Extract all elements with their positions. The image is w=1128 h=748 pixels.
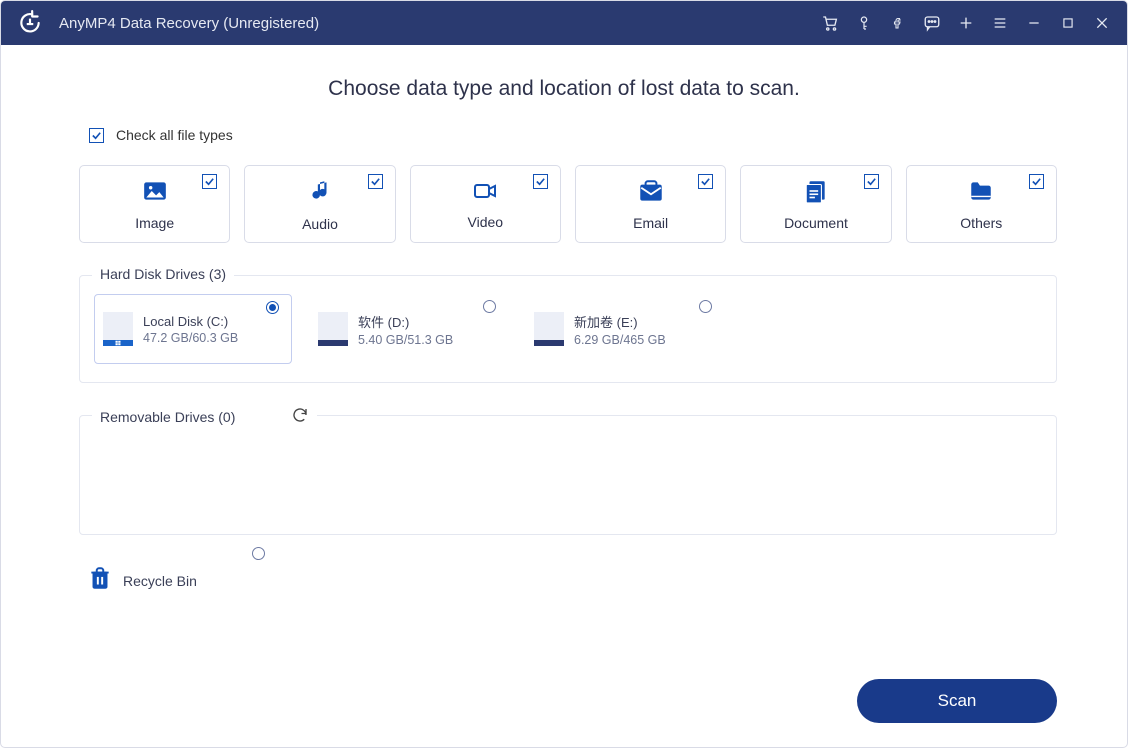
drive-size: 47.2 GB/60.3 GB (143, 331, 238, 345)
removable-legend: Removable Drives (0) (92, 406, 317, 427)
maximize-button[interactable] (1051, 1, 1085, 45)
drive-info: Local Disk (C:) 47.2 GB/60.3 GB (143, 314, 238, 345)
file-type-email-checkbox[interactable] (698, 174, 713, 189)
menu-icon[interactable] (983, 1, 1017, 45)
disk-icon (534, 312, 564, 346)
file-type-cards: Image Audio Video Em (79, 165, 1057, 243)
close-button[interactable] (1085, 1, 1119, 45)
recycle-bin[interactable]: Recycle Bin (79, 555, 277, 606)
check-all-checkbox[interactable] (89, 128, 104, 143)
drive-size: 5.40 GB/51.3 GB (358, 333, 453, 347)
footer: Scan (71, 661, 1057, 723)
file-type-label: Document (784, 215, 848, 231)
drive-info: 软件 (D:) 5.40 GB/51.3 GB (358, 312, 453, 347)
facebook-icon[interactable] (881, 1, 915, 45)
recycle-label: Recycle Bin (123, 573, 197, 589)
disk-icon (103, 312, 133, 346)
document-icon (802, 178, 830, 209)
audio-icon (307, 177, 333, 210)
file-type-video[interactable]: Video (410, 165, 561, 243)
key-icon[interactable] (847, 1, 881, 45)
file-type-label: Image (135, 215, 174, 231)
app-window: AnyMP4 Data Recovery (Unregistered) (0, 0, 1128, 748)
drive-d[interactable]: 软件 (D:) 5.40 GB/51.3 GB (310, 294, 508, 364)
titlebar-actions (813, 1, 1119, 45)
recycle-icon (87, 563, 113, 598)
file-type-label: Email (633, 215, 668, 231)
file-type-audio-checkbox[interactable] (368, 174, 383, 189)
check-all-row[interactable]: Check all file types (89, 127, 1057, 143)
file-type-others[interactable]: Others (906, 165, 1057, 243)
refresh-icon[interactable] (291, 406, 309, 427)
image-icon (140, 178, 170, 209)
file-type-email[interactable]: Email (575, 165, 726, 243)
hdd-fieldset: Hard Disk Drives (3) Local Disk (C:) 47.… (79, 275, 1057, 383)
more-tools-icon[interactable] (949, 1, 983, 45)
file-type-label: Video (468, 214, 504, 230)
check-all-label: Check all file types (116, 127, 233, 143)
file-type-others-checkbox[interactable] (1029, 174, 1044, 189)
recycle-section: Recycle Bin (79, 555, 1057, 606)
hdd-list: Local Disk (C:) 47.2 GB/60.3 GB 软件 (D:) … (94, 294, 1042, 364)
file-type-label: Audio (302, 216, 338, 232)
page-heading: Choose data type and location of lost da… (71, 77, 1057, 101)
drive-name: 新加卷 (E:) (574, 312, 666, 331)
drive-c[interactable]: Local Disk (C:) 47.2 GB/60.3 GB (94, 294, 292, 364)
recycle-radio[interactable] (252, 547, 265, 560)
cart-icon[interactable] (813, 1, 847, 45)
drive-name: Local Disk (C:) (143, 314, 238, 329)
file-type-image[interactable]: Image (79, 165, 230, 243)
app-title: AnyMP4 Data Recovery (Unregistered) (59, 15, 319, 32)
file-type-image-checkbox[interactable] (202, 174, 217, 189)
drive-c-radio[interactable] (266, 301, 279, 314)
minimize-button[interactable] (1017, 1, 1051, 45)
drive-info: 新加卷 (E:) 6.29 GB/465 GB (574, 312, 666, 347)
file-type-audio[interactable]: Audio (244, 165, 395, 243)
main-content: Choose data type and location of lost da… (1, 45, 1127, 747)
hdd-legend: Hard Disk Drives (3) (92, 266, 234, 282)
disk-icon (318, 312, 348, 346)
titlebar: AnyMP4 Data Recovery (Unregistered) (1, 1, 1127, 45)
video-icon (469, 179, 501, 208)
email-icon (636, 178, 666, 209)
drive-d-radio[interactable] (483, 300, 496, 313)
folder-icon (966, 178, 996, 209)
drive-e[interactable]: 新加卷 (E:) 6.29 GB/465 GB (526, 294, 724, 364)
file-type-document-checkbox[interactable] (864, 174, 879, 189)
drive-name: 软件 (D:) (358, 312, 453, 331)
file-type-label: Others (960, 215, 1002, 231)
removable-fieldset: Removable Drives (0) (79, 415, 1057, 535)
drive-e-radio[interactable] (699, 300, 712, 313)
file-type-video-checkbox[interactable] (533, 174, 548, 189)
app-logo-icon (17, 10, 43, 36)
scan-button[interactable]: Scan (857, 679, 1057, 723)
feedback-icon[interactable] (915, 1, 949, 45)
drive-size: 6.29 GB/465 GB (574, 333, 666, 347)
file-type-document[interactable]: Document (740, 165, 891, 243)
